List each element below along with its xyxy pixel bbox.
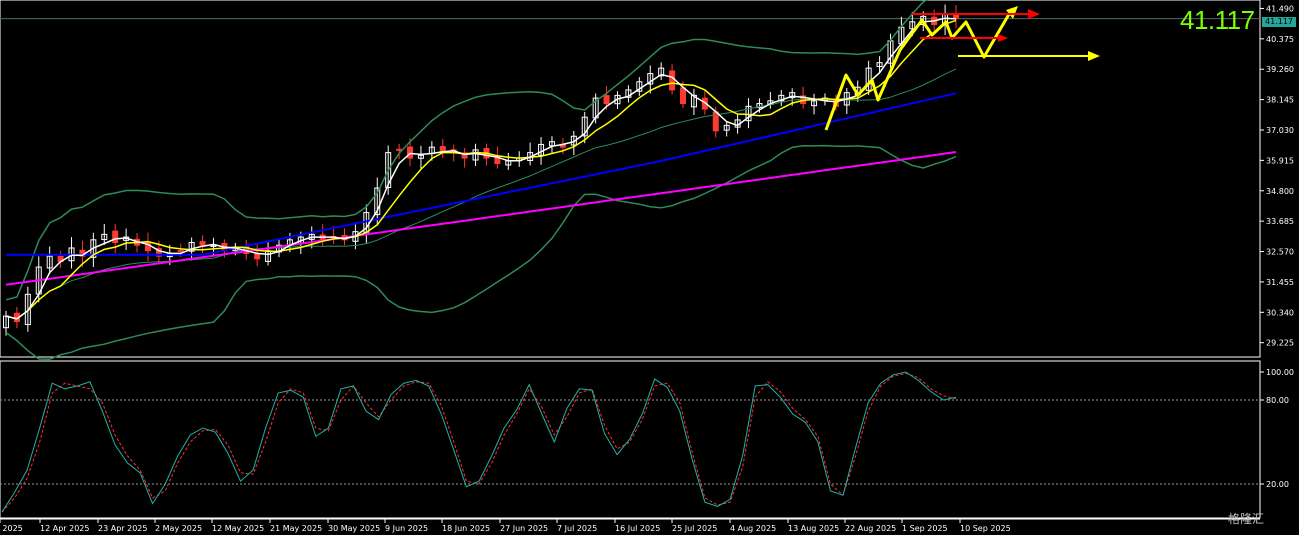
bollinger-lower: [5, 144, 957, 361]
ma-blue: [6, 92, 957, 256]
ma-white: [5, 17, 957, 320]
time-tick-label: 10 Sep 2025: [960, 524, 1011, 533]
time-tick-label: 25 Jul 2025: [672, 524, 717, 533]
price-tick-label: 30.340: [1266, 308, 1294, 317]
stochastic-tick-label: 100.00: [1266, 368, 1294, 377]
time-axis: Apr 2025 12 Apr 2025 23 Apr 2025 2 May 2025…: [0, 518, 1260, 533]
time-tick-label: 12 May 2025: [212, 524, 264, 533]
stochastic-main-line: [1, 371, 957, 513]
time-tick-label: 13 Aug 2025: [788, 524, 839, 533]
candle-body: [953, 14, 959, 20]
price-tick-label: 33.685: [1266, 217, 1294, 226]
price-panel: [0, 0, 1261, 361]
projection-zigzag: [824, 8, 1014, 131]
time-tick-label: 23 Apr 2025: [98, 524, 147, 533]
candle-body: [396, 148, 403, 151]
current-price-tag: 41.117: [1262, 17, 1296, 27]
price-tick-label: 29.225: [1266, 339, 1294, 348]
time-tick-label: 27 Jun 2025: [500, 524, 548, 533]
price-tick-label: 41.490: [1266, 4, 1294, 13]
price-tick-label: 38.145: [1266, 96, 1294, 105]
stochastic-tick-label: 20.00: [1266, 480, 1289, 489]
stochastic-panel: [0, 360, 1261, 519]
time-tick-label: 4 Aug 2025: [730, 524, 776, 533]
watermark-logo: 格隆汇: [1228, 512, 1265, 526]
candle-body: [177, 250, 184, 253]
candle-body: [112, 230, 119, 244]
time-tick-label: 30 May 2025: [328, 524, 380, 533]
price-frame: [0, 0, 1261, 358]
stochastic-signal-line: [1, 372, 957, 513]
support-arrowhead: [998, 34, 1008, 42]
stochastic-tick-label: 80.00: [1266, 396, 1289, 405]
ma-magenta: [5, 151, 957, 286]
stochastic-axis: 100.00 80.00 20.00: [1260, 368, 1294, 489]
price-tick-label: 37.030: [1266, 126, 1294, 135]
target-arrowhead: [1088, 51, 1100, 61]
candle-body: [199, 241, 206, 246]
time-tick-label: Apr 2025: [0, 524, 23, 533]
price-tick-label: 32.570: [1266, 248, 1294, 257]
candle-body: [680, 87, 687, 105]
resistance-arrowhead: [1028, 9, 1040, 19]
time-tick-label: 1 Sep 2025: [902, 524, 948, 533]
price-tick-label: 34.800: [1266, 187, 1294, 196]
candle-body: [669, 70, 676, 91]
candle-body: [407, 146, 414, 159]
time-tick-label: 7 Jul 2025: [557, 524, 597, 533]
time-tick-label: 21 May 2025: [270, 524, 322, 533]
time-tick-label: 22 Aug 2025: [845, 524, 896, 533]
chart-canvas: 41.490 40.375 39.260 38.145 37.030 35.915 34.8…: [0, 0, 1294, 533]
price-axis: 41.490 40.375 39.260 38.145 37.030 35.915 34.8…: [1260, 4, 1294, 348]
price-tick-label: 39.260: [1266, 65, 1294, 74]
candle-body: [603, 95, 610, 105]
time-tick-label: 12 Apr 2025: [40, 524, 89, 533]
price-tick-label: 35.915: [1266, 156, 1294, 165]
candle-body: [254, 253, 261, 260]
price-tick-label: 31.455: [1266, 278, 1294, 287]
current-price-label: 41.117: [1180, 5, 1255, 35]
time-tick-label: 18 Jun 2025: [442, 524, 490, 533]
time-tick-label: 2 May 2025: [155, 524, 202, 533]
time-tick-label: 9 Jun 2025: [385, 524, 428, 533]
ma-yellow: [5, 19, 957, 320]
bollinger-middle: [5, 68, 957, 320]
price-tick-label: 40.375: [1266, 35, 1294, 44]
time-tick-label: 16 Jul 2025: [615, 524, 660, 533]
